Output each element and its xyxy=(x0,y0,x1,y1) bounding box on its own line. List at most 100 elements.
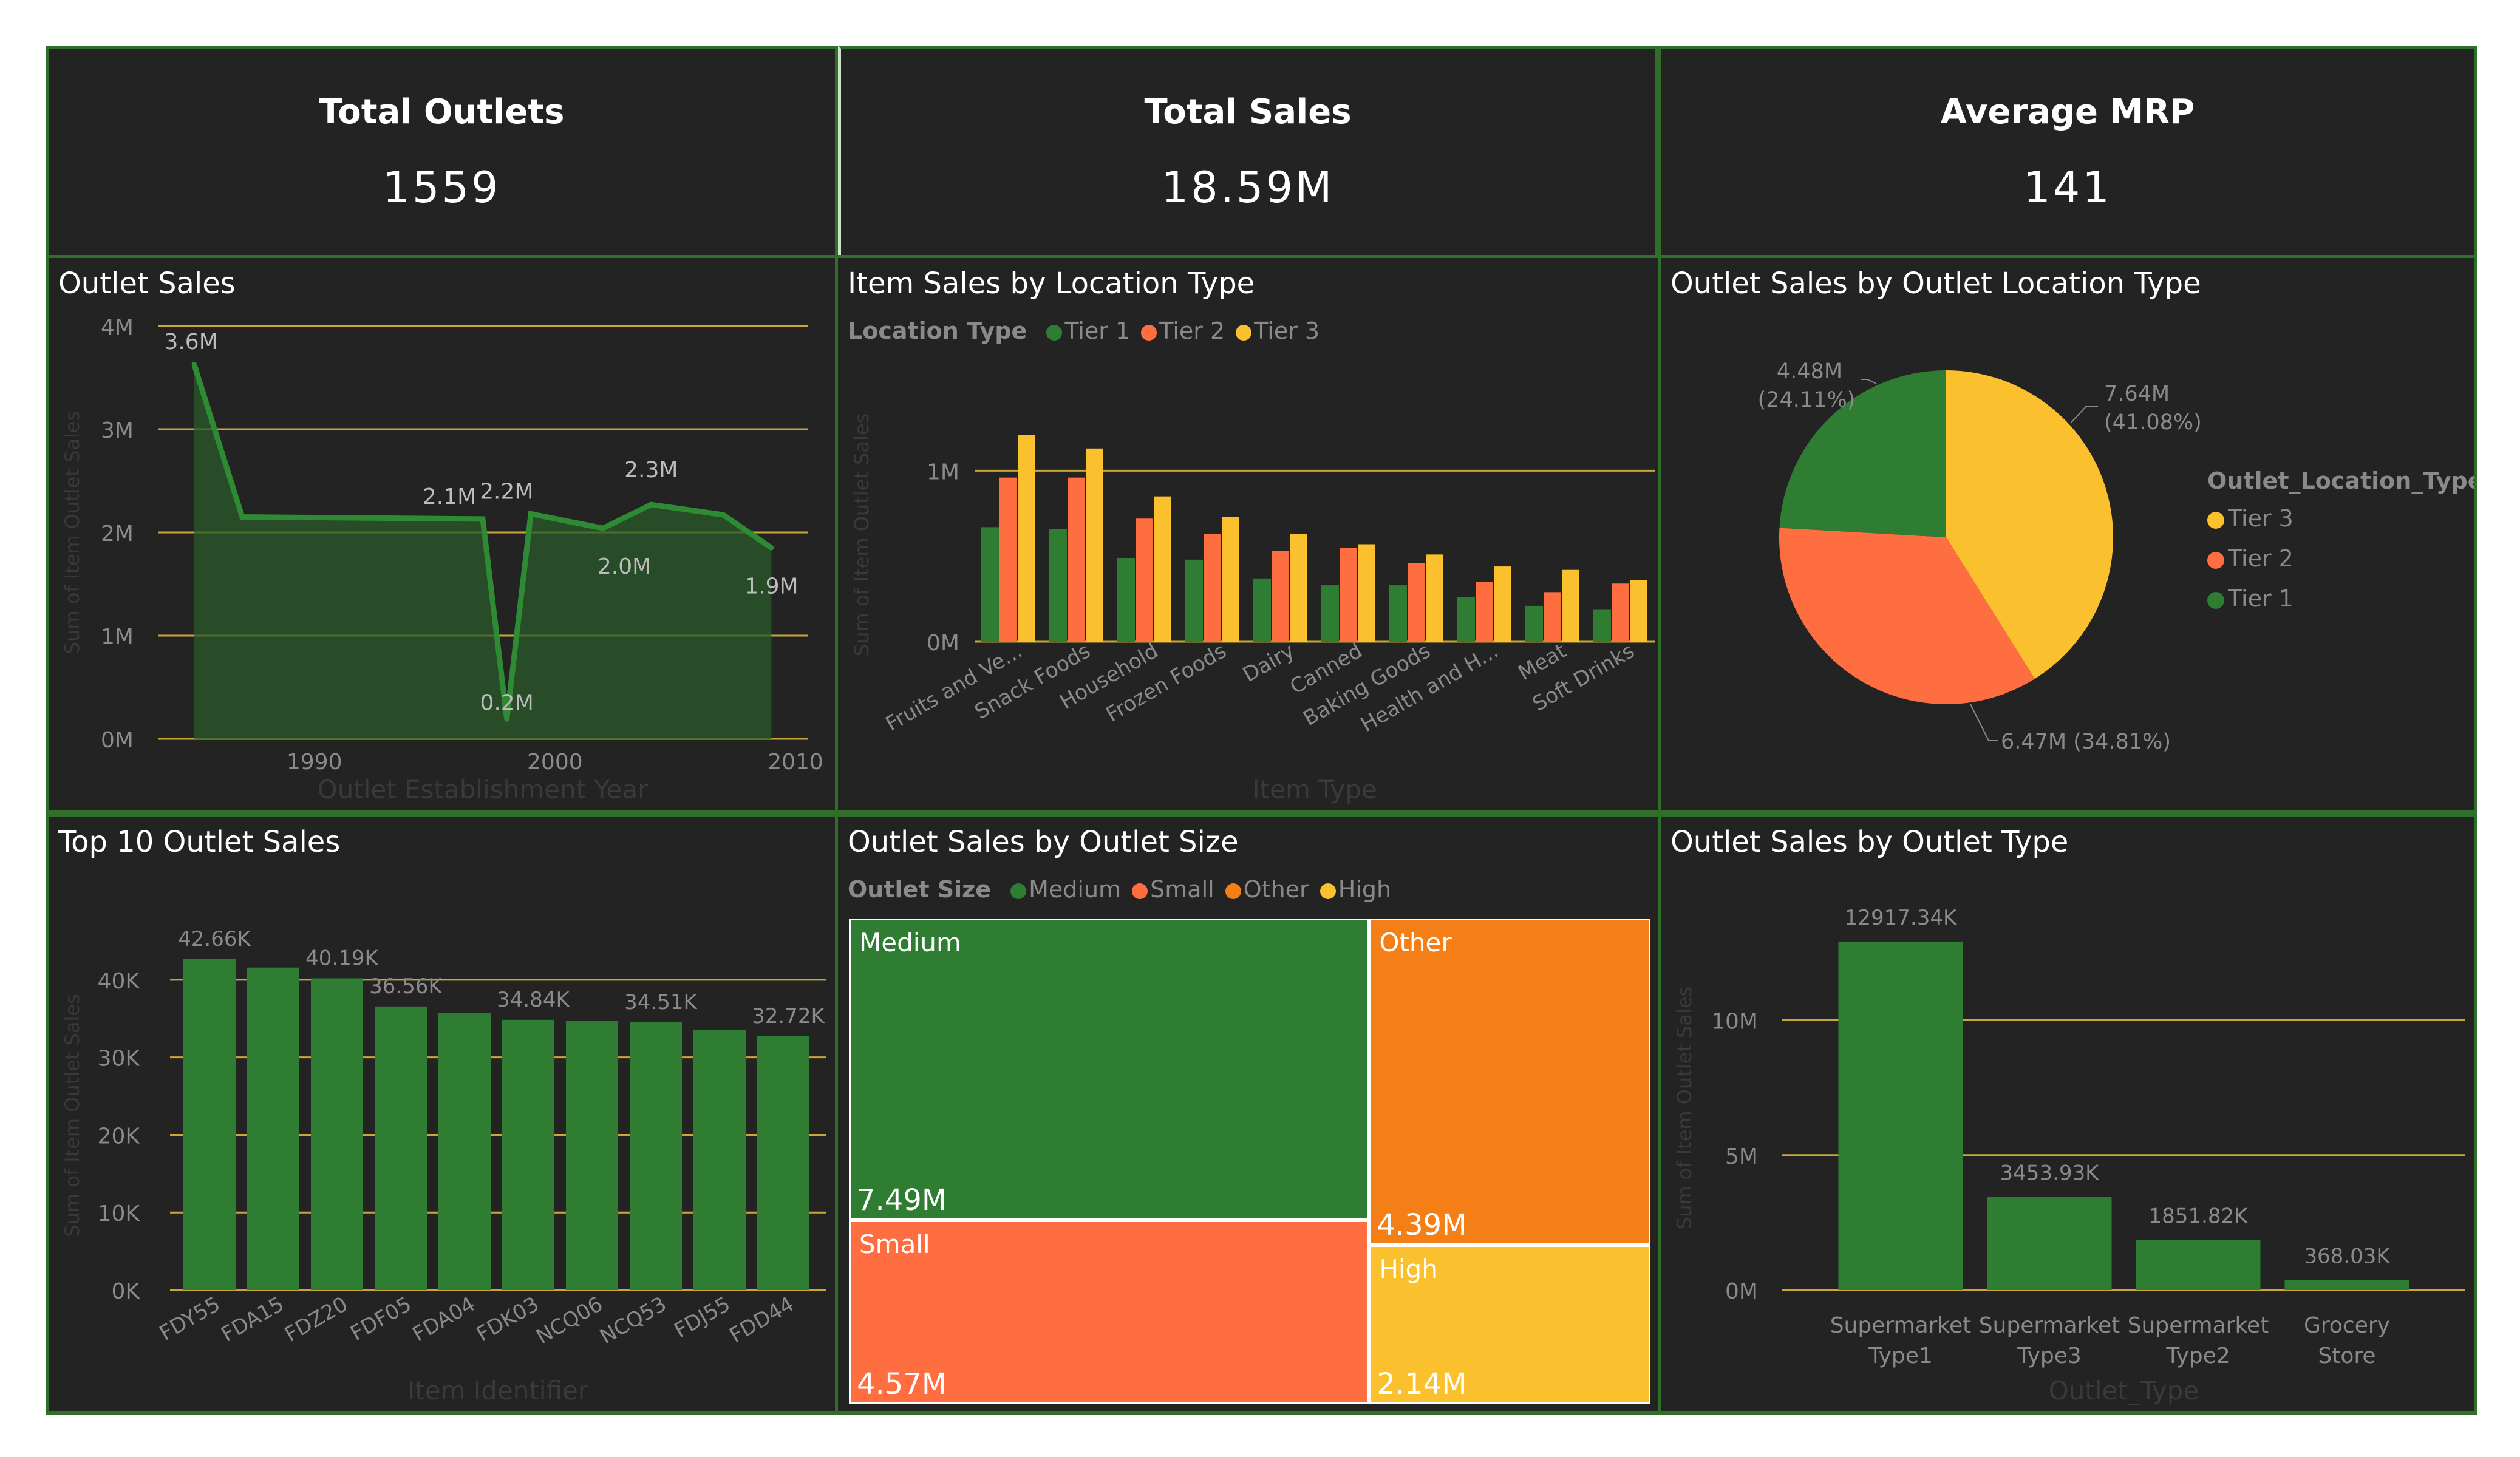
bar[interactable] xyxy=(311,978,363,1290)
bar-tier-3[interactable] xyxy=(1222,517,1239,642)
bar-tier-3[interactable] xyxy=(1630,580,1647,642)
bar[interactable] xyxy=(2284,1280,2409,1290)
treemap-legend: Outlet Size Medium Small Other High xyxy=(848,876,1391,903)
data-point[interactable] xyxy=(480,516,485,521)
bar-tier-1[interactable] xyxy=(1389,585,1407,642)
bar[interactable] xyxy=(375,1006,427,1290)
bar-tier-3[interactable] xyxy=(1426,554,1443,642)
outlet-sales-area-chart[interactable]: 0M 1M 2M 3M 4M 1990 2000 2010 3.6M 2.1M 0.2M 2.2M 2.… xyxy=(49,258,838,813)
bar-tier-3[interactable] xyxy=(1562,569,1579,642)
top10-bar-chart[interactable]: 0K 10K 20K 30K 40K 42.66K FDY55FDA15 40.19K FDZ2… xyxy=(49,817,838,1415)
bar-tier-2[interactable] xyxy=(1340,548,1357,642)
pie-legend-item-tier-1[interactable]: Tier 1 xyxy=(2207,585,2474,612)
bar-tier-1[interactable] xyxy=(1525,605,1543,642)
kpi-average-mrp[interactable]: Average MRP 141 xyxy=(1658,46,2477,258)
pie-legend-item-tier-3[interactable]: Tier 3 xyxy=(2207,505,2474,532)
bar[interactable] xyxy=(757,1036,809,1290)
bar[interactable] xyxy=(693,1030,746,1290)
bar-tier-3[interactable] xyxy=(1290,534,1307,642)
x-tick-label: Type3 xyxy=(2017,1343,2082,1368)
item-sales-clustered-bar-chart[interactable]: 0M1MFruits and Ve...Snack FoodsHousehold… xyxy=(838,258,1661,813)
treemap-tile-medium[interactable]: Medium 7.49M xyxy=(849,919,1369,1220)
bar[interactable] xyxy=(566,1021,618,1290)
bar-tier-2[interactable] xyxy=(1408,563,1425,642)
data-point[interactable] xyxy=(601,526,606,531)
tile-label: Other xyxy=(1379,928,1452,957)
data-point[interactable] xyxy=(191,361,197,367)
bar-tier-2[interactable] xyxy=(1136,518,1153,642)
outlet-size-treemap[interactable]: Medium 7.49M Small 4.57M Other 4.39M Hig… xyxy=(849,919,1650,1404)
y-tick-label: 0M xyxy=(1725,1279,1758,1304)
tile-value: 4.57M xyxy=(857,1367,947,1401)
bar[interactable] xyxy=(1987,1197,2112,1290)
bar-tier-1[interactable] xyxy=(1253,578,1271,642)
bar[interactable] xyxy=(502,1019,554,1290)
bar-tier-2[interactable] xyxy=(1612,583,1629,642)
data-label: 32.72K xyxy=(752,1004,825,1028)
bar[interactable] xyxy=(1838,941,1963,1290)
bar-tier-3[interactable] xyxy=(1018,435,1035,642)
tile-label: Medium xyxy=(859,928,961,957)
bar-tier-3[interactable] xyxy=(1154,496,1171,642)
bar-tier-1[interactable] xyxy=(1185,559,1203,642)
data-point[interactable] xyxy=(528,511,534,517)
x-tick-label: FDA04 xyxy=(409,1292,480,1347)
data-point[interactable] xyxy=(769,545,774,551)
bar-tier-1[interactable] xyxy=(1049,529,1067,642)
bar-tier-2[interactable] xyxy=(1544,592,1561,642)
kpi-total-outlets[interactable]: Total Outlets 1559 xyxy=(46,46,838,258)
bar-tier-1[interactable] xyxy=(1117,558,1135,642)
bar-tier-2[interactable] xyxy=(1204,534,1221,642)
y-tick-label: 20K xyxy=(98,1124,141,1149)
pie-legend-item-tier-2[interactable]: Tier 2 xyxy=(2207,545,2474,572)
y-tick-label: 3M xyxy=(101,418,134,443)
data-point[interactable] xyxy=(649,502,654,508)
bar-tier-1[interactable] xyxy=(1457,597,1475,642)
y-axis-title: Sum of Item Outlet Sales xyxy=(850,413,873,656)
x-tick-label: FDA15 xyxy=(217,1292,288,1347)
top10-panel[interactable]: Top 10 Outlet Sales 0K 10K 20K 30K 40K 42.66K… xyxy=(46,813,838,1415)
legend-item[interactable]: Other xyxy=(1244,876,1309,903)
bar[interactable] xyxy=(630,1022,682,1290)
legend-item[interactable]: Small xyxy=(1150,876,1214,903)
bar-tier-3[interactable] xyxy=(1086,448,1103,642)
location-pie-panel[interactable]: Outlet Sales by Outlet Location Type 7.6… xyxy=(1658,255,2477,813)
bar[interactable] xyxy=(183,959,236,1290)
data-point[interactable] xyxy=(239,514,245,520)
bar-tier-3[interactable] xyxy=(1494,566,1511,642)
outlet-type-bar-chart[interactable]: 0M 5M 10M 12917.34K Supermarket Type1 3453.93K… xyxy=(1661,817,2477,1415)
kpi-total-sales[interactable]: Total Sales 18.59M xyxy=(838,46,1658,258)
outlet-sales-panel[interactable]: Outlet Sales 0M 1M 2M 3M 4M 1990 2000 2010 3.6M 2… xyxy=(46,255,838,813)
bar-tier-1[interactable] xyxy=(1321,585,1339,642)
bar-tier-3[interactable] xyxy=(1358,544,1375,642)
area-fill[interactable] xyxy=(194,364,772,739)
data-point[interactable] xyxy=(504,716,509,722)
bar-tier-2[interactable] xyxy=(1272,551,1289,642)
treemap-tile-other[interactable]: Other 4.39M xyxy=(1369,919,1650,1245)
bar[interactable] xyxy=(438,1013,491,1290)
bar-tier-2[interactable] xyxy=(999,477,1017,642)
item-sales-location-panel[interactable]: Item Sales by Location Type Location Typ… xyxy=(835,255,1661,813)
bar-tier-1[interactable] xyxy=(981,527,999,642)
x-axis-title: Outlet Establishment Year xyxy=(318,775,649,804)
treemap-tile-high[interactable]: High 2.14M xyxy=(1369,1245,1650,1404)
pie-data-label: (41.08%) xyxy=(2104,410,2202,435)
tile-label: Small xyxy=(859,1229,930,1259)
label-leader xyxy=(1861,379,1877,384)
outlet-type-panel[interactable]: Outlet Sales by Outlet Type 0M 5M 10M 12917… xyxy=(1658,813,2477,1415)
bar-tier-1[interactable] xyxy=(1593,609,1611,642)
treemap-panel[interactable]: Outlet Sales by Outlet Size Outlet Size … xyxy=(835,813,1661,1415)
bar-tier-2[interactable] xyxy=(1476,582,1493,642)
legend-item[interactable]: High xyxy=(1338,876,1391,903)
bar[interactable] xyxy=(247,967,299,1290)
bar-tier-2[interactable] xyxy=(1068,477,1085,642)
data-label: 34.84K xyxy=(497,988,570,1012)
bar[interactable] xyxy=(2136,1240,2261,1290)
treemap-tile-small[interactable]: Small 4.57M xyxy=(849,1220,1369,1404)
x-tick-label: Grocery xyxy=(2304,1313,2390,1338)
legend-item[interactable]: Medium xyxy=(1029,876,1121,903)
data-label: 36.56K xyxy=(369,974,443,999)
kpi-value: 1559 xyxy=(383,163,501,212)
data-point[interactable] xyxy=(721,512,726,518)
x-tick-label: Supermarket xyxy=(1979,1313,2120,1338)
